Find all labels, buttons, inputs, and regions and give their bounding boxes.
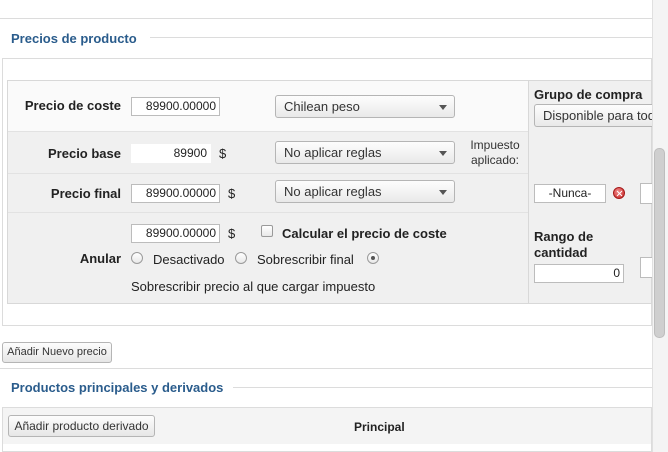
- chevron-down-icon: [439, 151, 447, 156]
- final-rules-select-value: No aplicar reglas: [284, 184, 382, 199]
- cost-price-label: Precio de coste: [24, 98, 121, 113]
- cost-price-input[interactable]: 89900.00000: [131, 97, 220, 116]
- override-label: Anular: [79, 251, 121, 266]
- calc-cost-label: Calcular el precio de coste: [282, 226, 447, 241]
- row-divider: [8, 131, 528, 132]
- section-title-prices: Precios de producto: [11, 31, 137, 46]
- override-price-input[interactable]: 89900.00000: [131, 224, 220, 243]
- radio-override-label: Sobrescribir final: [257, 252, 354, 267]
- chevron-down-icon: [439, 190, 447, 195]
- column-divider: [528, 81, 529, 304]
- qty-input[interactable]: 0: [534, 264, 624, 283]
- final-price-input[interactable]: 89900.00000: [131, 184, 220, 203]
- row-divider: [8, 173, 528, 174]
- tax-applied-label: Impuesto aplicado:: [470, 138, 520, 167]
- purchase-group-label: Grupo de compra: [534, 87, 643, 102]
- add-price-button[interactable]: Añadir Nuevo precio: [2, 342, 112, 363]
- purchase-group-select[interactable]: Disponible para todos: [534, 104, 654, 127]
- date-input[interactable]: -Nunca-: [534, 184, 606, 203]
- row-divider: [8, 212, 528, 213]
- currency-symbol: $: [219, 146, 227, 161]
- section-divider: [233, 387, 652, 388]
- divider: [0, 368, 652, 369]
- currency-symbol: $: [228, 186, 236, 201]
- delete-icon[interactable]: [613, 187, 625, 199]
- currency-symbol: $: [228, 226, 236, 241]
- section-divider: [150, 37, 652, 38]
- section-title-related: Productos principales y derivados: [11, 380, 224, 395]
- calc-cost-checkbox[interactable]: [261, 225, 273, 237]
- base-rules-select-value: No aplicar reglas: [284, 145, 382, 160]
- qty-range-label: Rango de cantidad: [534, 229, 594, 260]
- radio-option-2[interactable]: [235, 252, 247, 264]
- radio-option-3[interactable]: [367, 252, 379, 264]
- top-divider: [0, 18, 652, 19]
- principal-column-header: Principal: [354, 420, 405, 434]
- base-price-input[interactable]: 89900: [131, 144, 211, 163]
- radio-option-1[interactable]: [131, 252, 143, 264]
- final-rules-select[interactable]: No aplicar reglas: [275, 180, 455, 203]
- scrollbar-thumb[interactable]: [654, 148, 665, 338]
- chevron-down-icon: [439, 105, 447, 110]
- currency-select[interactable]: Chilean peso: [275, 95, 455, 118]
- radio-disabled-label: Desactivado: [153, 252, 225, 267]
- currency-select-value: Chilean peso: [284, 99, 360, 114]
- add-derived-button[interactable]: Añadir producto derivado: [8, 415, 155, 437]
- base-price-label: Precio base: [48, 146, 121, 161]
- override-tax-text: Sobrescribir precio al que cargar impues…: [131, 279, 376, 294]
- base-rules-select[interactable]: No aplicar reglas: [275, 141, 455, 164]
- purchase-group-select-value: Disponible para todos: [543, 108, 654, 123]
- final-price-label: Precio final: [50, 186, 121, 201]
